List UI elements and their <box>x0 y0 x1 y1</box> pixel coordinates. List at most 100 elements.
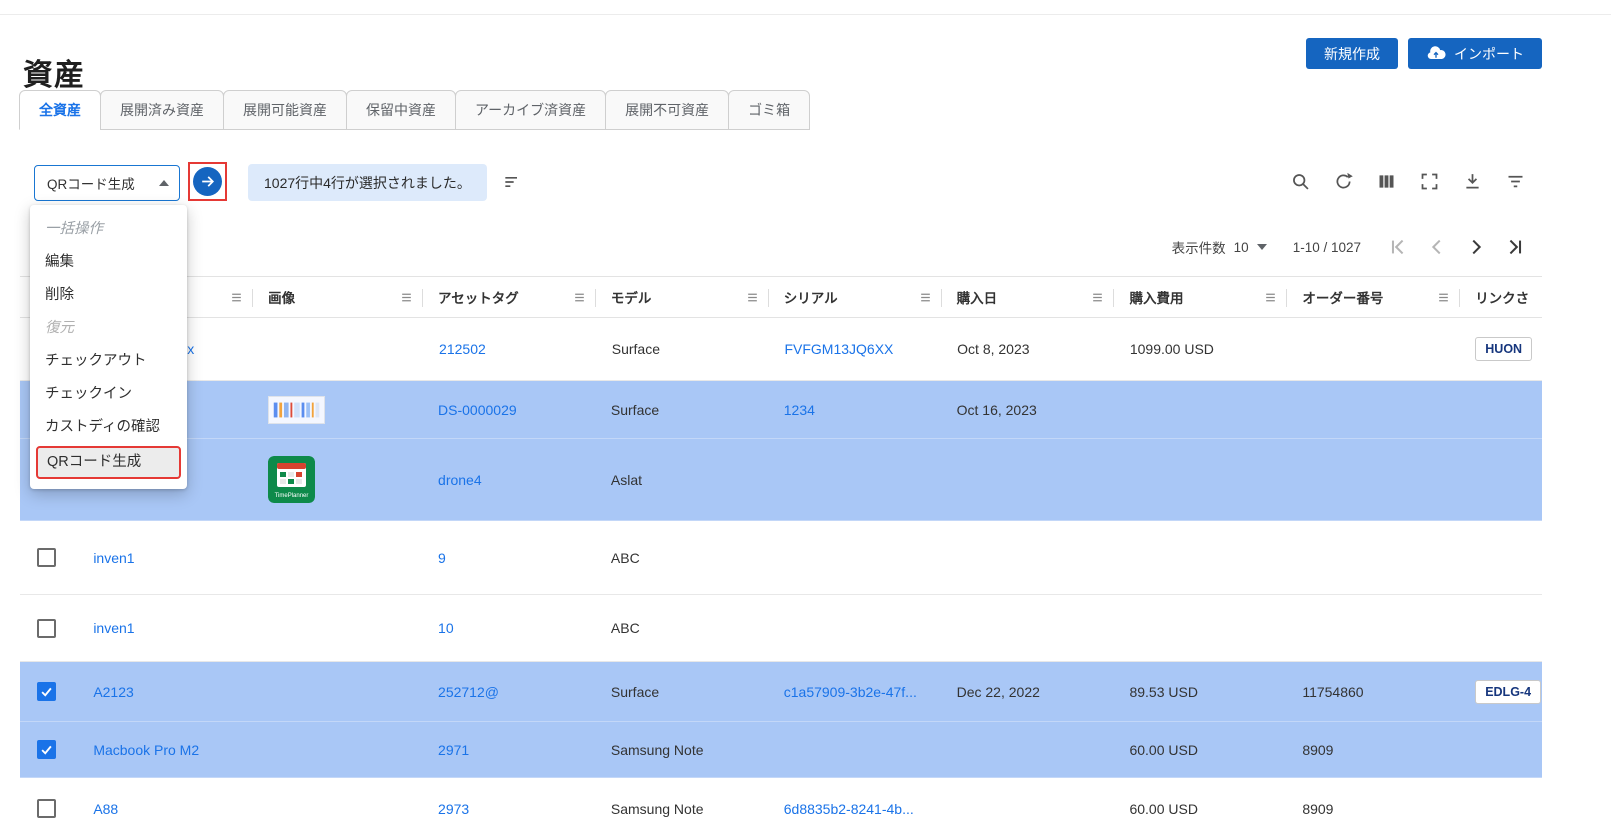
menu-item-checkout[interactable]: チェックアウト <box>30 345 187 378</box>
first-page-icon[interactable] <box>1387 236 1409 258</box>
bulk-action-value: QRコード生成 <box>47 173 135 193</box>
menu-item-delete[interactable]: 削除 <box>30 279 187 312</box>
asset-image-thumbnail[interactable] <box>268 396 325 424</box>
header-label: モデル <box>611 287 652 307</box>
menu-item-confirm-custody[interactable]: カストディの確認 <box>30 411 187 444</box>
tab-all-assets[interactable]: 全資産 <box>19 90 101 130</box>
column-menu-icon[interactable] <box>746 291 759 307</box>
import-button[interactable]: インポート <box>1408 38 1542 69</box>
menu-item-checkin[interactable]: チェックイン <box>30 378 187 411</box>
table-row[interactable]: A88 2973 Samsung Note 6d8835b2-8241-4b..… <box>20 778 1542 837</box>
columns-icon[interactable] <box>1375 170 1397 192</box>
linked-badge[interactable]: HUON <box>1475 337 1532 361</box>
table-header-row: 画像 アセットタグ モデル シリアル <box>20 276 1542 318</box>
asset-name-link[interactable]: A2123 <box>93 684 133 700</box>
header-order-number-column[interactable]: オーダー番号 <box>1287 277 1460 317</box>
asset-image-thumbnail[interactable]: TimePlanner <box>268 456 315 503</box>
column-menu-icon[interactable] <box>573 291 586 307</box>
column-menu-icon[interactable] <box>1264 291 1277 307</box>
row-checkbox[interactable] <box>37 740 56 759</box>
menu-item-label: 一括操作 <box>45 221 103 237</box>
pagination-bar: 表示件数 10 1-10 / 1027 <box>1172 230 1526 264</box>
chevron-right-icon[interactable] <box>1465 236 1487 258</box>
bulk-action-select[interactable]: QRコード生成 <box>34 165 180 201</box>
column-menu-icon[interactable] <box>230 291 243 307</box>
table-row[interactable]: Macbook Pro M2 2971 Samsung Note 60.00 U… <box>20 722 1542 778</box>
search-icon[interactable] <box>1289 170 1311 192</box>
tab-deployed-assets[interactable]: 展開済み資産 <box>100 90 224 130</box>
purchase-date-cell: Oct 8, 2023 <box>957 341 1029 357</box>
rows-per-page-value: 10 <box>1234 240 1249 255</box>
tab-pending-assets[interactable]: 保留中資産 <box>346 90 456 130</box>
asset-tag-link[interactable]: 212502 <box>439 341 486 357</box>
purchase-date-cell: Oct 16, 2023 <box>957 402 1037 418</box>
column-menu-icon[interactable] <box>1437 291 1450 307</box>
chevron-left-icon[interactable] <box>1426 236 1448 258</box>
fullscreen-icon[interactable] <box>1418 170 1440 192</box>
sort-icon[interactable] <box>502 172 522 197</box>
header-image-column[interactable]: 画像 <box>253 277 423 317</box>
apply-bulk-action-button[interactable] <box>193 167 222 196</box>
serial-link[interactable]: 1234 <box>784 402 815 418</box>
top-divider <box>0 14 1611 15</box>
header-purchase-cost-column[interactable]: 購入費用 <box>1114 277 1287 317</box>
last-page-icon[interactable] <box>1504 236 1526 258</box>
menu-item-label: カストディの確認 <box>45 419 160 435</box>
tab-archived-assets[interactable]: アーカイブ済資産 <box>455 90 606 130</box>
tab-label: 展開不可資産 <box>625 102 709 118</box>
asset-tag-link[interactable]: drone4 <box>438 472 482 488</box>
asset-tag-link[interactable]: 9 <box>438 550 446 566</box>
rows-per-page-control[interactable]: 表示件数 10 <box>1172 237 1267 257</box>
header-model-column[interactable]: モデル <box>596 277 769 317</box>
header-linked-column[interactable]: リンクさ <box>1460 277 1542 317</box>
asset-name-link[interactable]: inven1 <box>93 620 134 636</box>
model-cell: Surface <box>611 402 659 418</box>
create-new-button[interactable]: 新規作成 <box>1306 38 1398 69</box>
asset-tag-link[interactable]: 2971 <box>438 742 469 758</box>
serial-link[interactable]: FVFGM13JQ6XX <box>784 341 893 357</box>
asset-name-link[interactable]: Macbook Pro M2 <box>93 742 199 758</box>
table-row[interactable]: TimePlanner drone4 Aslat <box>20 439 1542 521</box>
table-row[interactable]: DS-0000029 Surface 1234 Oct 16, 2023 <box>20 381 1542 439</box>
asset-name-link[interactable]: A88 <box>93 801 118 817</box>
asset-tabs: 全資産 展開済み資産 展開可能資産 保留中資産 アーカイブ済資産 展開不可資産 … <box>20 90 810 130</box>
asset-tag-link[interactable]: 2973 <box>438 801 469 817</box>
rows-per-page-label: 表示件数 <box>1172 237 1226 257</box>
purchase-cost-cell: 60.00 USD <box>1129 801 1197 817</box>
refresh-icon[interactable] <box>1332 170 1354 192</box>
download-icon[interactable] <box>1461 170 1483 192</box>
row-checkbox[interactable] <box>37 799 56 818</box>
header-serial-column[interactable]: シリアル <box>769 277 942 317</box>
linked-badge[interactable]: EDLG-4 <box>1475 680 1541 704</box>
column-menu-icon[interactable] <box>400 291 413 307</box>
asset-name-link[interactable]: x <box>187 341 194 357</box>
import-label: インポート <box>1454 44 1524 64</box>
column-menu-icon[interactable] <box>919 291 932 307</box>
tab-undeployable-assets[interactable]: 展開不可資産 <box>605 90 729 130</box>
column-menu-icon[interactable] <box>1091 291 1104 307</box>
table-row[interactable]: inven1 10 ABC <box>20 595 1542 662</box>
header-purchase-date-column[interactable]: 購入日 <box>942 277 1115 317</box>
menu-item-generate-qr-code[interactable]: QRコード生成 <box>36 446 181 479</box>
menu-item-label: チェックアウト <box>45 353 147 369</box>
tab-deployable-assets[interactable]: 展開可能資産 <box>223 90 347 130</box>
asset-tag-link[interactable]: DS-0000029 <box>438 402 517 418</box>
header-asset-tag-column[interactable]: アセットタグ <box>423 277 596 317</box>
table-row[interactable]: inven1 9 ABC <box>20 521 1542 595</box>
filter-icon[interactable] <box>1504 170 1526 192</box>
asset-tag-link[interactable]: 252712@ <box>438 684 499 700</box>
serial-link[interactable]: c1a57909-3b2e-47f... <box>784 684 917 700</box>
model-cell: Surface <box>612 341 660 357</box>
asset-tag-link[interactable]: 10 <box>438 620 454 636</box>
row-checkbox[interactable] <box>37 619 56 638</box>
serial-link[interactable]: 6d8835b2-8241-4b... <box>784 801 914 817</box>
pagination-range: 1-10 / 1027 <box>1293 240 1361 255</box>
asset-name-link[interactable]: inven1 <box>93 550 134 566</box>
bulk-action-menu: 一括操作 編集 削除 復元 チェックアウト チェックイン カストディの確認 QR… <box>30 205 187 489</box>
row-checkbox[interactable] <box>37 548 56 567</box>
row-checkbox[interactable] <box>37 682 56 701</box>
tab-trash[interactable]: ゴミ箱 <box>728 90 810 130</box>
menu-item-edit[interactable]: 編集 <box>30 246 187 279</box>
table-row[interactable]: x 212502 Surface FVFGM13JQ6XX Oct 8, 202… <box>20 318 1542 381</box>
table-row[interactable]: A2123 252712@ Surface c1a57909-3b2e-47f.… <box>20 662 1542 722</box>
